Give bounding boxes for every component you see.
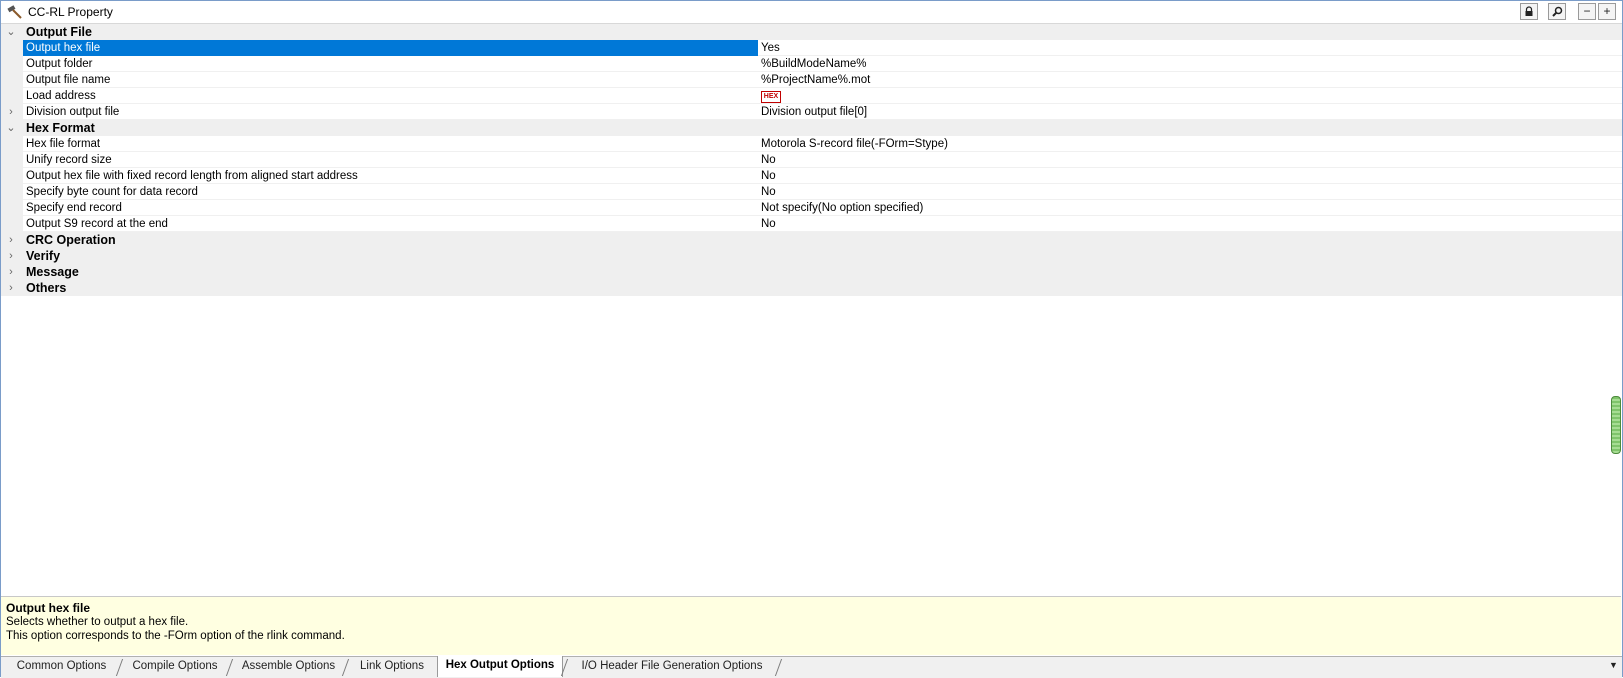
property-name[interactable]: Division output file: [23, 104, 758, 120]
tab-hex-output-options[interactable]: Hex Output Options: [437, 656, 563, 677]
category-crc-operation[interactable]: › CRC Operation: [1, 232, 1622, 248]
tab-assemble-options[interactable]: Assemble Options: [233, 657, 344, 677]
title-bar: CC-RL Property − +: [1, 1, 1622, 24]
property-row-unify-record-size[interactable]: Unify record size No: [1, 152, 1622, 168]
property-name[interactable]: Output hex file with fixed record length…: [23, 168, 758, 184]
property-row-s9-record[interactable]: Output S9 record at the end No: [1, 216, 1622, 232]
chevron-right-icon[interactable]: ›: [5, 281, 17, 295]
chevron-right-icon[interactable]: ›: [5, 265, 17, 279]
tab-compile-options[interactable]: Compile Options: [122, 657, 228, 677]
tab-common-options[interactable]: Common Options: [5, 657, 118, 677]
category-output-file[interactable]: ⌄ Output File: [1, 24, 1622, 40]
chevron-right-icon[interactable]: ›: [5, 105, 17, 119]
property-row-output-folder[interactable]: Output folder %BuildModeName%: [1, 56, 1622, 72]
category-label: Verify: [26, 249, 61, 263]
description-text: Selects whether to output a hex file.: [6, 616, 189, 628]
description-title: Output hex file: [6, 601, 90, 615]
property-row-fixed-record-length[interactable]: Output hex file with fixed record length…: [1, 168, 1622, 184]
category-label: Output File: [26, 25, 92, 39]
property-row-hex-file-format[interactable]: Hex file format Motorola S-record file(-…: [1, 136, 1622, 152]
tab-io-header-file-generation-options[interactable]: I/O Header File Generation Options: [568, 657, 776, 677]
property-name[interactable]: Specify byte count for data record: [23, 184, 758, 200]
property-name[interactable]: Load address: [23, 88, 758, 104]
category-label: Message: [26, 265, 79, 279]
category-verify[interactable]: › Verify: [1, 248, 1622, 264]
search-icon: [1551, 6, 1562, 17]
property-name[interactable]: Unify record size: [23, 152, 758, 168]
chevron-right-icon[interactable]: ›: [5, 249, 17, 263]
property-name[interactable]: Output hex file: [23, 40, 758, 56]
description-panel: Output hex file Selects whether to outpu…: [1, 596, 1621, 655]
category-label: Hex Format: [26, 121, 95, 135]
property-value[interactable]: Division output file[0]: [761, 104, 867, 120]
category-label: CRC Operation: [26, 233, 116, 247]
category-label: Others: [26, 281, 67, 295]
lock-icon: [1525, 6, 1533, 16]
property-value[interactable]: No: [761, 152, 776, 168]
property-row-load-address[interactable]: Load address HEX: [1, 88, 1622, 104]
chevron-down-icon[interactable]: ⌄: [5, 25, 17, 39]
property-value[interactable]: No: [761, 216, 776, 232]
minus-icon: −: [1583, 4, 1591, 18]
description-text: This option corresponds to the -FOrm opt…: [6, 630, 345, 642]
maximize-button[interactable]: +: [1598, 3, 1616, 20]
lock-button[interactable]: [1520, 3, 1538, 20]
scrollbar-thumb[interactable]: [1611, 396, 1621, 454]
property-value[interactable]: %ProjectName%.mot: [761, 72, 870, 88]
property-row-output-hex-file[interactable]: Output hex file Yes: [1, 40, 1622, 56]
tab-scroll-down-icon[interactable]: ▼: [1609, 660, 1618, 670]
property-name[interactable]: Hex file format: [23, 136, 758, 152]
property-row-division-output-file[interactable]: › Division output file Division output f…: [1, 104, 1622, 120]
tab-bar: Common Options Compile Options Assemble …: [1, 656, 1622, 678]
property-value[interactable]: No: [761, 168, 776, 184]
property-grid: ⌄ Output File Output hex file Yes Output…: [1, 24, 1622, 296]
window-title: CC-RL Property: [28, 5, 113, 19]
property-name[interactable]: Output folder: [23, 56, 758, 72]
property-value[interactable]: Motorola S-record file(-FOrm=Stype): [761, 136, 948, 152]
property-name[interactable]: Specify end record: [23, 200, 758, 216]
property-row-end-record[interactable]: Specify end record Not specify(No option…: [1, 200, 1622, 216]
hex-icon: HEX: [761, 90, 781, 103]
category-hex-format[interactable]: ⌄ Hex Format: [1, 120, 1622, 136]
property-row-byte-count[interactable]: Specify byte count for data record No: [1, 184, 1622, 200]
search-button[interactable]: [1548, 3, 1566, 20]
property-name[interactable]: Output S9 record at the end: [23, 216, 758, 232]
plus-icon: +: [1603, 4, 1611, 18]
property-name[interactable]: Output file name: [23, 72, 758, 88]
property-row-output-file-name[interactable]: Output file name %ProjectName%.mot: [1, 72, 1622, 88]
hammer-icon: [7, 5, 22, 19]
property-value[interactable]: No: [761, 184, 776, 200]
property-value[interactable]: HEX: [761, 88, 781, 104]
minimize-button[interactable]: −: [1578, 3, 1596, 20]
chevron-right-icon[interactable]: ›: [5, 233, 17, 247]
chevron-down-icon[interactable]: ⌄: [5, 121, 17, 135]
tab-link-options[interactable]: Link Options: [349, 657, 435, 677]
category-message[interactable]: › Message: [1, 264, 1622, 280]
property-value[interactable]: Not specify(No option specified): [761, 200, 923, 216]
category-others[interactable]: › Others: [1, 280, 1622, 296]
property-value[interactable]: %BuildModeName%: [761, 56, 866, 72]
property-value[interactable]: Yes: [761, 40, 780, 56]
